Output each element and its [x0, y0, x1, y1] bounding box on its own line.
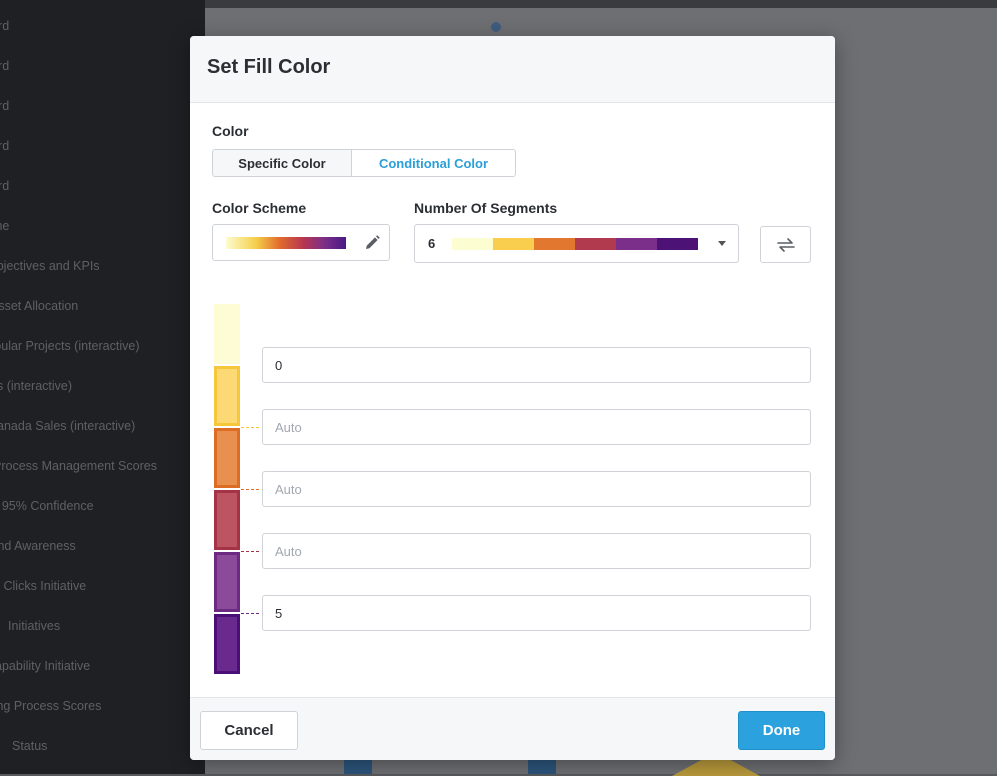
- breakpoint-input[interactable]: [262, 471, 811, 507]
- sidebar-item[interactable]: Canada Sales (interactive): [0, 406, 205, 446]
- done-button[interactable]: Done: [738, 711, 825, 750]
- top-bar: [205, 0, 997, 8]
- background-bar: [528, 760, 556, 774]
- breakpoint-connector: [241, 489, 259, 490]
- set-fill-color-dialog: Set Fill Color Color Specific Color Cond…: [190, 36, 835, 760]
- segments-color-strip: [452, 238, 698, 250]
- sidebar-item[interactable]: Home: [0, 206, 205, 246]
- sidebar-item[interactable]: Brand Awareness: [0, 526, 205, 566]
- pencil-icon[interactable]: [362, 233, 382, 253]
- dialog-footer: Cancel Done: [190, 697, 835, 760]
- tab-conditional-color[interactable]: Conditional Color: [352, 149, 516, 177]
- segment-swatch: [657, 238, 698, 250]
- sidebar-item[interactable]: Initiatives: [0, 606, 205, 646]
- sidebar-item[interactable]: Dashboard: [0, 86, 205, 126]
- sidebar-item[interactable]: Capability Initiative: [0, 646, 205, 686]
- breakpoint-input[interactable]: [262, 533, 811, 569]
- breakpoint-connector: [241, 551, 259, 552]
- segment-swatch: [493, 238, 534, 250]
- legend-segment: [214, 490, 240, 550]
- sidebar-item[interactable]: Examples: 95% Confidence: [0, 486, 205, 526]
- segment-swatch: [575, 238, 616, 250]
- sidebar-item[interactable]: Popular Projects (interactive): [0, 326, 205, 366]
- color-mode-toggle: Specific Color Conditional Color: [212, 149, 516, 177]
- segment-swatch: [616, 238, 657, 250]
- segment-swatch: [452, 238, 493, 250]
- segment-swatch: [534, 238, 575, 250]
- sidebar-item[interactable]: Billing Process Scores: [0, 686, 205, 726]
- legend-segment: [214, 552, 240, 612]
- sidebar-item[interactable]: Dashboard: [0, 6, 205, 46]
- reverse-colors-button[interactable]: [760, 226, 811, 263]
- legend-segment: [214, 614, 240, 674]
- breakpoint-input-max[interactable]: [262, 595, 811, 631]
- sidebar-item[interactable]: Dashboard: [0, 126, 205, 166]
- sidebar-item[interactable]: Objectives and KPIs: [0, 246, 205, 286]
- color-scheme-label: Color Scheme: [212, 200, 307, 216]
- breakpoint-connector: [241, 427, 259, 428]
- sidebar: Dashboard Dashboard Dashboard Dashboard …: [0, 0, 205, 774]
- dialog-title: Set Fill Color: [207, 56, 331, 78]
- cancel-button[interactable]: Cancel: [200, 711, 298, 750]
- sidebar-item[interactable]: Status: [0, 726, 205, 766]
- color-scheme-gradient: [226, 237, 346, 249]
- sidebar-item[interactable]: Paid Clicks Initiative: [0, 566, 205, 606]
- color-scheme-picker[interactable]: [212, 224, 390, 261]
- segments-value: 6: [428, 236, 436, 251]
- legend-segment: [214, 428, 240, 488]
- sidebar-item[interactable]: Sales (interactive): [0, 366, 205, 406]
- segments-label: Number Of Segments: [414, 200, 558, 216]
- background-bar: [344, 760, 372, 774]
- sidebar-item[interactable]: Process Management Scores: [0, 446, 205, 486]
- segments-dropdown[interactable]: 6: [414, 224, 739, 263]
- sidebar-item[interactable]: Dashboard: [0, 166, 205, 206]
- sidebar-item[interactable]: Asset Allocation: [0, 286, 205, 326]
- breakpoint-connector: [241, 613, 259, 614]
- tab-specific-color[interactable]: Specific Color: [212, 149, 352, 177]
- breakpoint-input[interactable]: [262, 409, 811, 445]
- legend-segment: [214, 304, 240, 364]
- chevron-down-icon: [718, 241, 726, 246]
- swap-arrows-icon: [777, 238, 795, 252]
- sidebar-item[interactable]: Dashboard: [0, 46, 205, 86]
- background-marker: [491, 22, 501, 32]
- color-label: Color: [212, 123, 249, 139]
- legend-segment: [214, 366, 240, 426]
- dialog-header: Set Fill Color: [190, 36, 835, 103]
- breakpoint-input-min[interactable]: [262, 347, 811, 383]
